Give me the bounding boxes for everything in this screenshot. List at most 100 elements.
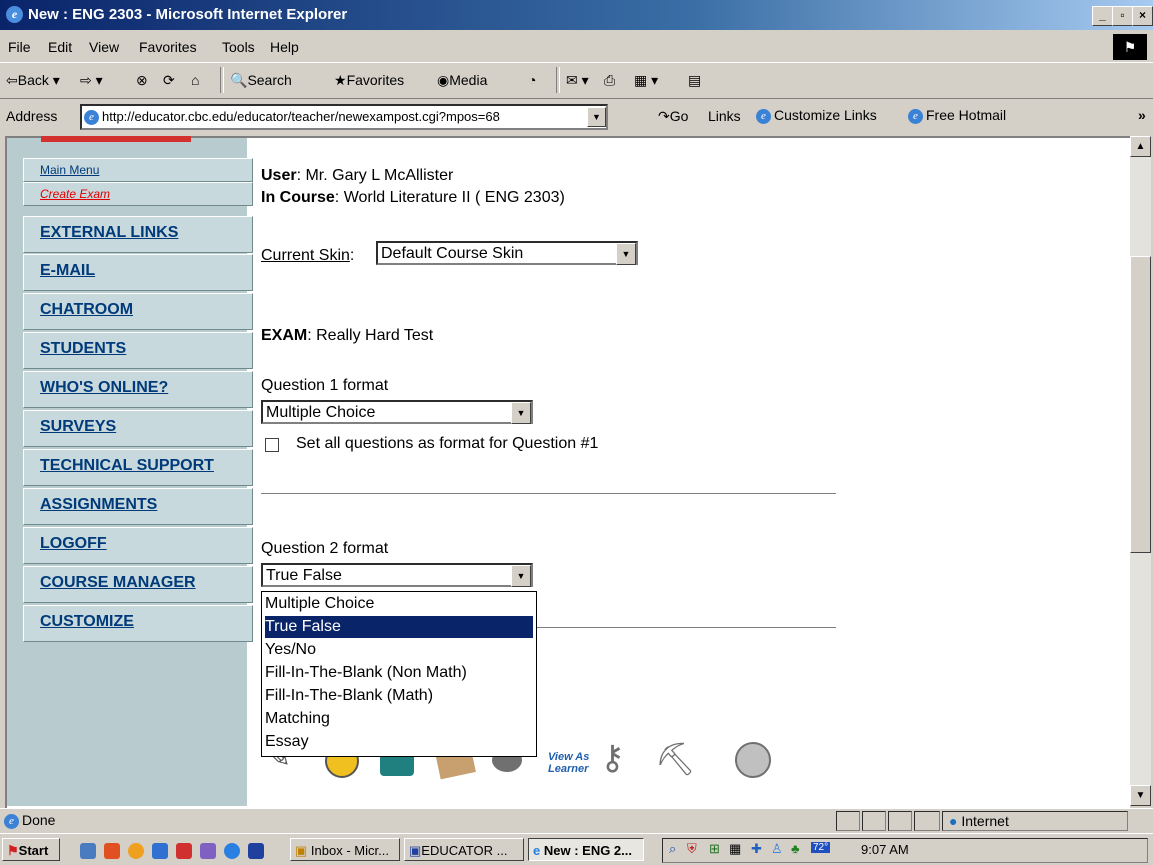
ie-page-icon: e [84, 110, 99, 126]
wheelbarrow-icon[interactable]: ⛏ [655, 740, 696, 778]
tray-shield-icon[interactable]: ⛨ [687, 841, 697, 857]
quicklaunch-icon[interactable] [128, 843, 144, 859]
menu-bar: File Edit View Favorites Tools Help [0, 30, 1153, 63]
address-dropdown-button[interactable]: ▼ [587, 107, 606, 127]
address-input[interactable]: e http://educator.cbc.edu/educator/teache… [80, 104, 608, 130]
back-button[interactable]: ⇦Back ▾ [6, 72, 60, 89]
sidebar-item-surveys[interactable]: SURVEYS [23, 410, 253, 447]
wand-icon[interactable]: ⚷ [600, 738, 625, 778]
tray-tree-icon[interactable]: ♣ [791, 841, 800, 856]
tray-person-icon[interactable]: ♙ [771, 841, 783, 857]
skin-select[interactable]: Default Course Skin ▼ [376, 241, 638, 265]
option-essay[interactable]: Essay [265, 731, 533, 753]
scroll-up-arrow-icon[interactable]: ▲ [1130, 136, 1151, 157]
sidebar-item-external-links[interactable]: EXTERNAL LINKS [23, 216, 253, 253]
menu-file[interactable]: File [8, 39, 31, 55]
quicklaunch-icon[interactable] [152, 843, 168, 859]
sidebar: Main Menu Create Exam EXTERNAL LINKS E-M… [7, 136, 253, 806]
dropdown-arrow-icon: ▼ [511, 402, 531, 424]
ie-page-icon: e [4, 813, 19, 829]
sidebar-item-chatroom[interactable]: CHATROOM [23, 293, 253, 330]
close-button[interactable]: × [1132, 6, 1153, 26]
dropdown-arrow-icon: ▼ [616, 243, 636, 265]
media-icon: ◉ [437, 72, 450, 88]
go-button[interactable]: ↷Go [658, 108, 688, 125]
sidebar-item-whos-online[interactable]: WHO'S ONLINE? [23, 371, 253, 408]
set-all-checkbox[interactable] [265, 438, 279, 452]
menu-edit[interactable]: Edit [48, 39, 72, 55]
sidebar-item-email[interactable]: E-MAIL [23, 254, 253, 291]
quicklaunch-icon[interactable] [200, 843, 216, 859]
option-fill-blank-math[interactable]: Fill-In-The-Blank (Math) [265, 685, 533, 707]
menu-favorites[interactable]: Favorites [139, 39, 197, 55]
search-icon: 🔍 [230, 72, 248, 88]
q2-format-options-list[interactable]: Multiple Choice True False Yes/No Fill-I… [261, 591, 537, 757]
sidebar-item-assignments[interactable]: ASSIGNMENTS [23, 488, 253, 525]
home-icon[interactable]: ⌂ [191, 72, 199, 88]
mail-icon[interactable]: ✉ ▾ [566, 72, 589, 89]
chevron-right-icon[interactable]: » [1138, 107, 1146, 123]
option-matching[interactable]: Matching [265, 708, 533, 730]
media-button[interactable]: ◉Media [437, 72, 487, 89]
stop-icon[interactable]: ⊗ [136, 72, 148, 89]
sidebar-item-technical-support[interactable]: TECHNICAL SUPPORT [23, 449, 253, 486]
q2-format-select[interactable]: True False ▼ [261, 563, 533, 587]
q1-format-select[interactable]: Multiple Choice ▼ [261, 400, 533, 424]
forward-arrow-icon: ⇨ ▾ [80, 72, 103, 88]
tray-weather-badge[interactable]: 72° [811, 842, 831, 853]
start-button[interactable]: ⚑Start [2, 838, 60, 861]
windows-flag-icon: ⚑ [7, 843, 19, 858]
word-icon[interactable] [248, 843, 264, 859]
links-label[interactable]: Links [708, 108, 741, 124]
free-hotmail-link[interactable]: e Free Hotmail [908, 107, 1006, 124]
outlook-icon: ▣ [295, 843, 308, 858]
quicklaunch-icon[interactable] [176, 843, 192, 859]
quicklaunch-icon[interactable] [104, 843, 120, 859]
vertical-scrollbar[interactable]: ▲ ▼ [1130, 136, 1151, 806]
option-yes-no[interactable]: Yes/No [265, 639, 533, 661]
option-fill-blank-non-math[interactable]: Fill-In-The-Blank (Non Math) [265, 662, 533, 684]
print-icon[interactable]: ⎙ [604, 72, 615, 89]
window-title-bar: e New : ENG 2303 - Microsoft Internet Ex… [0, 0, 1153, 30]
tray-search-icon[interactable]: ⌕ [669, 841, 676, 857]
tray-plus-icon[interactable]: ✚ [751, 841, 762, 857]
refresh-icon[interactable]: ⟳ [163, 72, 175, 89]
sidebar-item-main-menu[interactable]: Main Menu [23, 158, 253, 182]
edit-icon[interactable]: ▦ ▾ [634, 72, 658, 89]
tray-grid-icon[interactable]: ⊞ [709, 841, 720, 857]
option-true-false[interactable]: True False [265, 616, 533, 638]
minimize-button[interactable]: _ [1092, 6, 1113, 26]
option-multiple-choice[interactable]: Multiple Choice [265, 593, 533, 615]
maximize-button[interactable]: ▫ [1112, 6, 1133, 26]
scroll-thumb[interactable] [1130, 256, 1151, 553]
task-new-eng[interactable]: e New : ENG 2... [528, 838, 644, 861]
show-desktop-icon[interactable] [80, 843, 96, 859]
sidebar-item-course-manager[interactable]: COURSE MANAGER [23, 566, 253, 603]
scroll-down-arrow-icon[interactable]: ▼ [1130, 785, 1151, 806]
set-all-label: Set all questions as format for Question… [296, 435, 599, 452]
ie-page-icon: e [756, 108, 771, 124]
favorites-button[interactable]: ★Favorites [334, 72, 404, 89]
search-button[interactable]: 🔍Search [230, 72, 292, 89]
sidebar-item-create-exam[interactable]: Create Exam [23, 182, 253, 206]
menu-help[interactable]: Help [270, 39, 299, 55]
view-as-learner-link[interactable]: View As Learner [548, 751, 589, 775]
history-icon[interactable]: ◔ [528, 72, 536, 88]
globe-icon[interactable] [735, 742, 771, 778]
exam-line: EXAM: Really Hard Test [261, 327, 434, 344]
customize-links[interactable]: e Customize Links [756, 107, 877, 124]
forward-button[interactable]: ⇨ ▾ [80, 72, 103, 89]
internet-explorer-icon[interactable] [224, 843, 240, 859]
menu-view[interactable]: View [89, 39, 119, 55]
taskbar: ⚑Start ▣ Inbox - Micr... ▣EDUCATOR ... e… [0, 833, 1153, 865]
menu-tools[interactable]: Tools [222, 39, 255, 55]
task-inbox[interactable]: ▣ Inbox - Micr... [290, 838, 400, 861]
discuss-icon[interactable]: ▤ [688, 72, 701, 89]
sidebar-item-logoff[interactable]: LOGOFF [23, 527, 253, 564]
sidebar-item-customize[interactable]: CUSTOMIZE [23, 605, 253, 642]
tray-network-icon[interactable]: ▦ [729, 841, 741, 857]
task-educator[interactable]: ▣EDUCATOR ... [404, 838, 524, 861]
status-bar: e Done ● Internet [0, 808, 1153, 833]
current-skin-label: Current Skin: [261, 247, 355, 264]
sidebar-item-students[interactable]: STUDENTS [23, 332, 253, 369]
